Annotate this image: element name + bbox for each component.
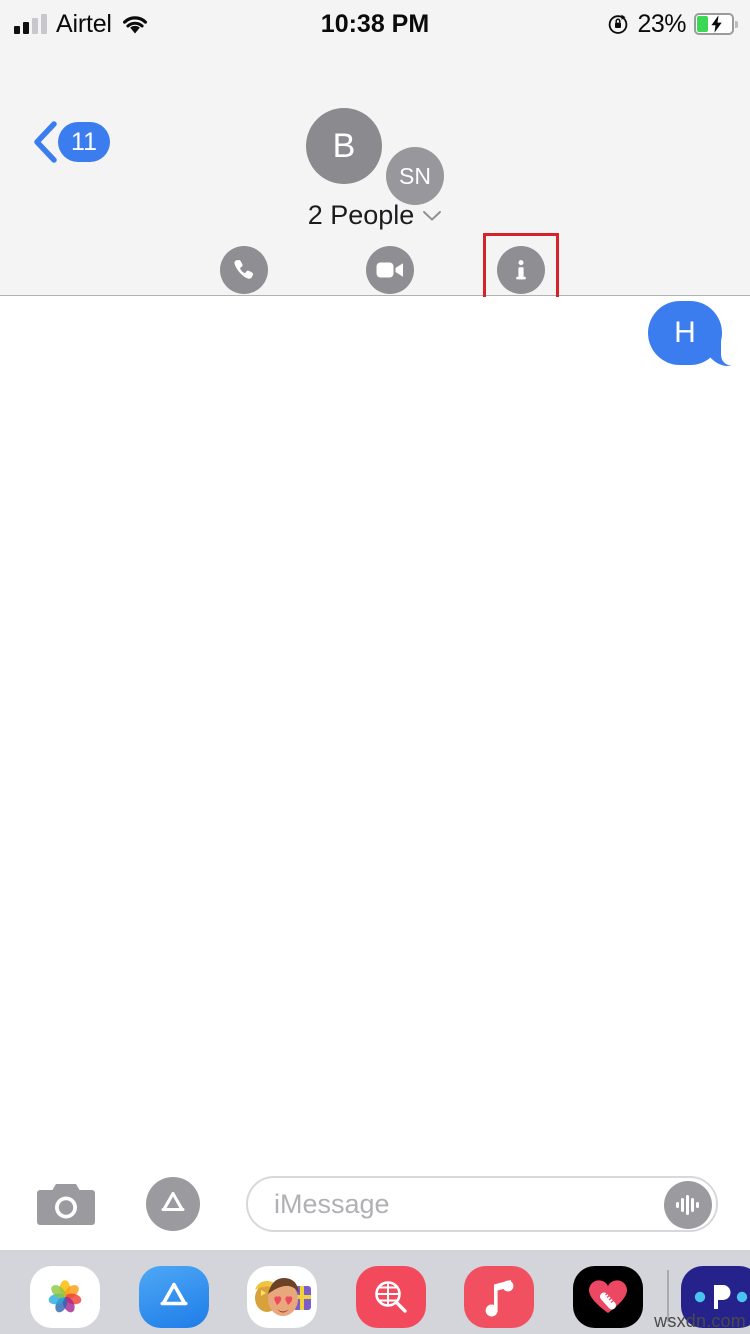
app-heart[interactable] bbox=[573, 1266, 643, 1328]
participant-avatars[interactable]: B SN bbox=[0, 58, 750, 205]
imessage-screen: Airtel 10:38 PM 23% 11 B SN 2 People H i… bbox=[0, 0, 750, 1334]
photos-icon bbox=[48, 1280, 82, 1313]
app-store-icon bbox=[160, 1282, 188, 1306]
rotation-lock-icon bbox=[609, 14, 628, 34]
app-store-button[interactable] bbox=[146, 1177, 200, 1231]
app-images[interactable] bbox=[356, 1266, 426, 1328]
status-bar: Airtel 10:38 PM 23% bbox=[0, 0, 750, 48]
avatar-secondary[interactable]: SN bbox=[386, 147, 444, 205]
audio-waveform-icon bbox=[676, 1195, 699, 1215]
phone-icon bbox=[234, 259, 254, 279]
conversation-header: 11 B SN 2 People audio bbox=[0, 48, 750, 337]
audio-call-circle bbox=[220, 246, 268, 294]
imessage-app-drawer: wsxdn.com bbox=[0, 1250, 750, 1334]
message-text: H bbox=[674, 316, 696, 349]
camera-icon[interactable] bbox=[36, 1180, 96, 1228]
message-list[interactable]: H bbox=[0, 297, 750, 1159]
heart-bandage-icon bbox=[589, 1280, 627, 1313]
app-store-icon bbox=[161, 1192, 185, 1211]
avatar-primary[interactable]: B bbox=[306, 108, 382, 184]
message-input-placeholder: iMessage bbox=[274, 1188, 390, 1219]
watermark: wsxdn.com bbox=[654, 1311, 746, 1331]
app-store[interactable] bbox=[139, 1266, 209, 1328]
status-bar-clock: 10:38 PM bbox=[320, 9, 430, 38]
info-circle bbox=[497, 246, 545, 294]
message-row-outgoing: H bbox=[648, 301, 732, 366]
app-music[interactable] bbox=[464, 1266, 534, 1328]
participants-label: 2 People bbox=[307, 200, 415, 230]
chevron-down-icon[interactable] bbox=[422, 210, 442, 222]
info-icon bbox=[516, 260, 526, 280]
video-camera-icon bbox=[376, 262, 403, 278]
battery-icon bbox=[694, 13, 738, 35]
message-bubble-outgoing[interactable]: H bbox=[648, 301, 732, 366]
participants-label-row[interactable]: 2 People bbox=[0, 200, 750, 231]
app-photos[interactable] bbox=[30, 1266, 100, 1328]
image-search-icon bbox=[375, 1281, 407, 1313]
audio-record-button[interactable] bbox=[664, 1181, 712, 1229]
facetime-circle bbox=[366, 246, 414, 294]
bubble-tail-icon bbox=[705, 338, 732, 366]
status-bar-right: 23% bbox=[607, 0, 738, 48]
memoji-icon bbox=[255, 1278, 311, 1316]
battery-percentage: 23% bbox=[637, 9, 686, 38]
music-note-icon bbox=[485, 1280, 514, 1317]
message-input-field[interactable]: iMessage bbox=[246, 1176, 718, 1232]
app-memoji[interactable] bbox=[247, 1266, 317, 1328]
charging-bolt-icon bbox=[711, 15, 722, 33]
message-input-bar: iMessage bbox=[0, 1159, 750, 1250]
